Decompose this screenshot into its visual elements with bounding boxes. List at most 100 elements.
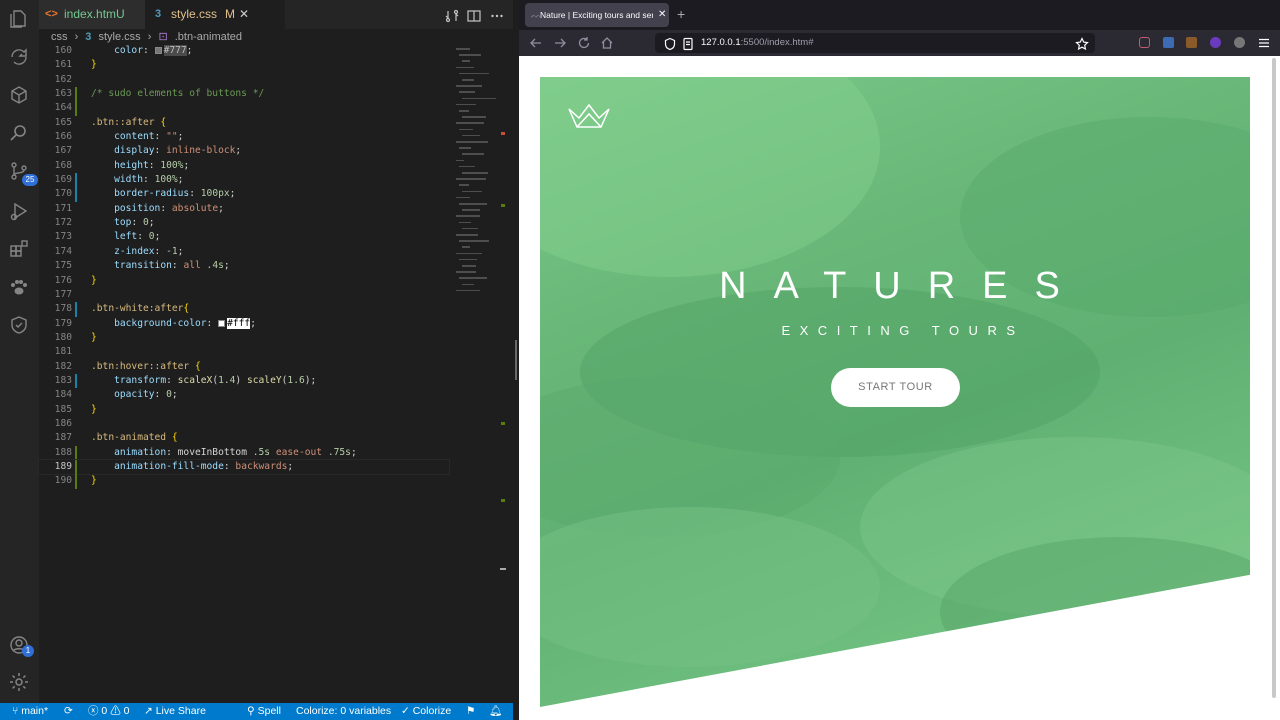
code-line[interactable]: 160 color: #777; bbox=[39, 44, 449, 58]
css-value: .5s bbox=[252, 446, 271, 458]
back-arrow-icon[interactable] bbox=[529, 35, 543, 49]
extension-icon[interactable] bbox=[1163, 37, 1174, 48]
code-line[interactable]: 178 .btn-white:after{ bbox=[39, 302, 449, 317]
problems-item[interactable]: ⓧ 0 ⚠ 0 bbox=[88, 703, 129, 720]
code-line[interactable]: 169 width: 100%; bbox=[39, 173, 449, 188]
code-line[interactable]: 167 display: inline-block; bbox=[39, 144, 449, 158]
split-editor-icon[interactable] bbox=[467, 8, 481, 22]
reload-icon[interactable] bbox=[577, 35, 591, 49]
live-share-button[interactable]: ↗ Live Share bbox=[144, 703, 206, 720]
code-line[interactable]: 184 opacity: 0; bbox=[39, 388, 449, 402]
added-gutter-mark bbox=[75, 101, 77, 116]
code-line[interactable]: 165 .btn::after { bbox=[39, 116, 449, 130]
line-number: 164 bbox=[54, 102, 72, 114]
css-value: absolute bbox=[171, 202, 219, 214]
code-line[interactable]: 183 transform: scaleX(1.4) scaleY(1.6); bbox=[39, 373, 449, 389]
shield-check-icon[interactable] bbox=[8, 314, 30, 336]
extensions-puzzle-icon[interactable] bbox=[1234, 37, 1245, 48]
breadcrumb-file[interactable]: style.css bbox=[98, 31, 140, 43]
extension-icon[interactable] bbox=[1186, 37, 1197, 48]
code-line[interactable]: 190} bbox=[39, 474, 449, 489]
editor-tab-bar: <> index.htm U 3 style.css M ✕ bbox=[39, 0, 513, 29]
code-line[interactable]: 181 bbox=[39, 345, 449, 359]
bookmark-star-icon[interactable] bbox=[1075, 36, 1089, 51]
code-line[interactable]: 166 content: ""; bbox=[39, 130, 449, 144]
close-icon[interactable]: ✕ bbox=[239, 0, 249, 29]
cube-icon[interactable] bbox=[8, 84, 30, 106]
color-swatch[interactable] bbox=[218, 319, 226, 327]
minimap-line bbox=[462, 153, 484, 155]
search-icon[interactable] bbox=[8, 122, 30, 144]
code-line-current[interactable]: 189 animation-fill-mode: backwards; bbox=[38, 458, 450, 476]
colorize-variables-item[interactable]: Colorize: 0 variables bbox=[296, 703, 391, 720]
code-line[interactable]: 188 animation: moveInBottom .5s ease-out… bbox=[39, 445, 449, 460]
tab-index-htm[interactable]: <> index.htm U bbox=[39, 0, 145, 29]
hamburger-menu-icon[interactable] bbox=[1257, 35, 1271, 49]
minimap[interactable] bbox=[452, 44, 502, 304]
branch-item[interactable]: ⑂ main* bbox=[12, 703, 48, 720]
tab-style-css[interactable]: 3 style.css M ✕ bbox=[145, 0, 285, 29]
settings-gear-icon[interactable] bbox=[8, 671, 30, 693]
code-line[interactable]: 164 bbox=[39, 101, 449, 116]
line-number: 174 bbox=[54, 245, 72, 257]
forward-arrow-icon[interactable] bbox=[553, 35, 567, 49]
close-tab-icon[interactable]: ✕ bbox=[658, 3, 666, 27]
code-line[interactable]: 172 top: 0; bbox=[39, 216, 449, 230]
code-line[interactable]: 177 bbox=[39, 288, 449, 302]
color-swatch[interactable] bbox=[154, 47, 162, 54]
code-line[interactable]: 170 border-radius: 100px; bbox=[39, 187, 449, 202]
colorize-button[interactable]: ✓ Colorize bbox=[401, 703, 451, 720]
browser-tab[interactable]: ᨓ Nature | Exciting tours and sense ✕ bbox=[525, 3, 669, 27]
css-value: 100% bbox=[160, 159, 184, 171]
minimap-line bbox=[459, 277, 487, 279]
bell-icon[interactable]: 🔔︎ bbox=[489, 703, 502, 720]
minimap-line bbox=[456, 48, 470, 50]
scroll-position bbox=[500, 568, 506, 570]
page-scrollbar[interactable] bbox=[1272, 58, 1276, 698]
editor-scrollbar[interactable] bbox=[500, 44, 506, 574]
code-line[interactable]: 180} bbox=[39, 331, 449, 345]
logo-icon[interactable] bbox=[567, 103, 611, 129]
code-line[interactable]: 162 bbox=[39, 73, 449, 87]
code-line[interactable]: 175 transition: all .4s; bbox=[39, 259, 449, 273]
explorer-icon[interactable] bbox=[8, 8, 30, 30]
line-number: 183 bbox=[54, 374, 72, 386]
feedback-icon[interactable]: ⚑ bbox=[466, 703, 475, 720]
compare-icon[interactable] bbox=[445, 8, 459, 23]
code-line[interactable]: 187 .btn-animated { bbox=[39, 431, 449, 445]
home-icon[interactable] bbox=[600, 35, 614, 49]
chevron-right-icon: › bbox=[74, 31, 79, 43]
extension-icon[interactable] bbox=[1210, 37, 1221, 48]
code-line[interactable]: 179 background-color: #fff; bbox=[39, 317, 449, 331]
refresh-icon[interactable] bbox=[8, 46, 30, 68]
page-info-icon[interactable] bbox=[681, 36, 695, 51]
shield-icon[interactable] bbox=[663, 36, 677, 51]
breadcrumb-symbol[interactable]: .btn-animated bbox=[175, 31, 242, 43]
sync-icon[interactable]: ⟳ bbox=[64, 703, 73, 720]
resize-handle[interactable] bbox=[515, 340, 517, 380]
run-debug-icon[interactable] bbox=[8, 200, 30, 222]
css-selector: .btn::after bbox=[91, 116, 155, 128]
code-line[interactable]: 176} bbox=[39, 274, 449, 288]
extensions-icon[interactable] bbox=[8, 238, 30, 260]
css-property: animation-fill-mode bbox=[114, 460, 224, 472]
code-line[interactable]: 182 .btn:hover::after { bbox=[39, 360, 449, 374]
code-line[interactable]: 174 z-index: -1; bbox=[39, 245, 449, 259]
more-actions-icon[interactable] bbox=[490, 8, 504, 22]
code-line[interactable]: 161} bbox=[39, 58, 449, 72]
spell-button[interactable]: ⚲ Spell bbox=[247, 703, 281, 720]
code-line[interactable]: 168 height: 100%; bbox=[39, 159, 449, 173]
pocket-icon[interactable] bbox=[1139, 37, 1150, 48]
code-line[interactable]: 171 position: absolute; bbox=[39, 202, 449, 216]
code-line[interactable]: 185} bbox=[39, 403, 449, 417]
css-property: transition bbox=[114, 260, 172, 272]
new-tab-icon[interactable]: + bbox=[677, 6, 685, 22]
breadcrumb-folder[interactable]: css bbox=[51, 31, 68, 43]
start-tour-button[interactable]: START TOUR bbox=[831, 368, 960, 407]
code-line[interactable]: 186 bbox=[39, 417, 449, 431]
url-bar[interactable]: 127.0.0.1:5500/index.htm# bbox=[655, 33, 1095, 53]
paw-icon[interactable] bbox=[8, 276, 30, 298]
code-line[interactable]: 163 /* sudo elements of buttons */ bbox=[39, 87, 449, 102]
code-editor[interactable]: 160 color: #777; 161} 162 163 /* sudo ele… bbox=[38, 44, 450, 489]
code-line[interactable]: 173 left: 0; bbox=[39, 230, 449, 244]
